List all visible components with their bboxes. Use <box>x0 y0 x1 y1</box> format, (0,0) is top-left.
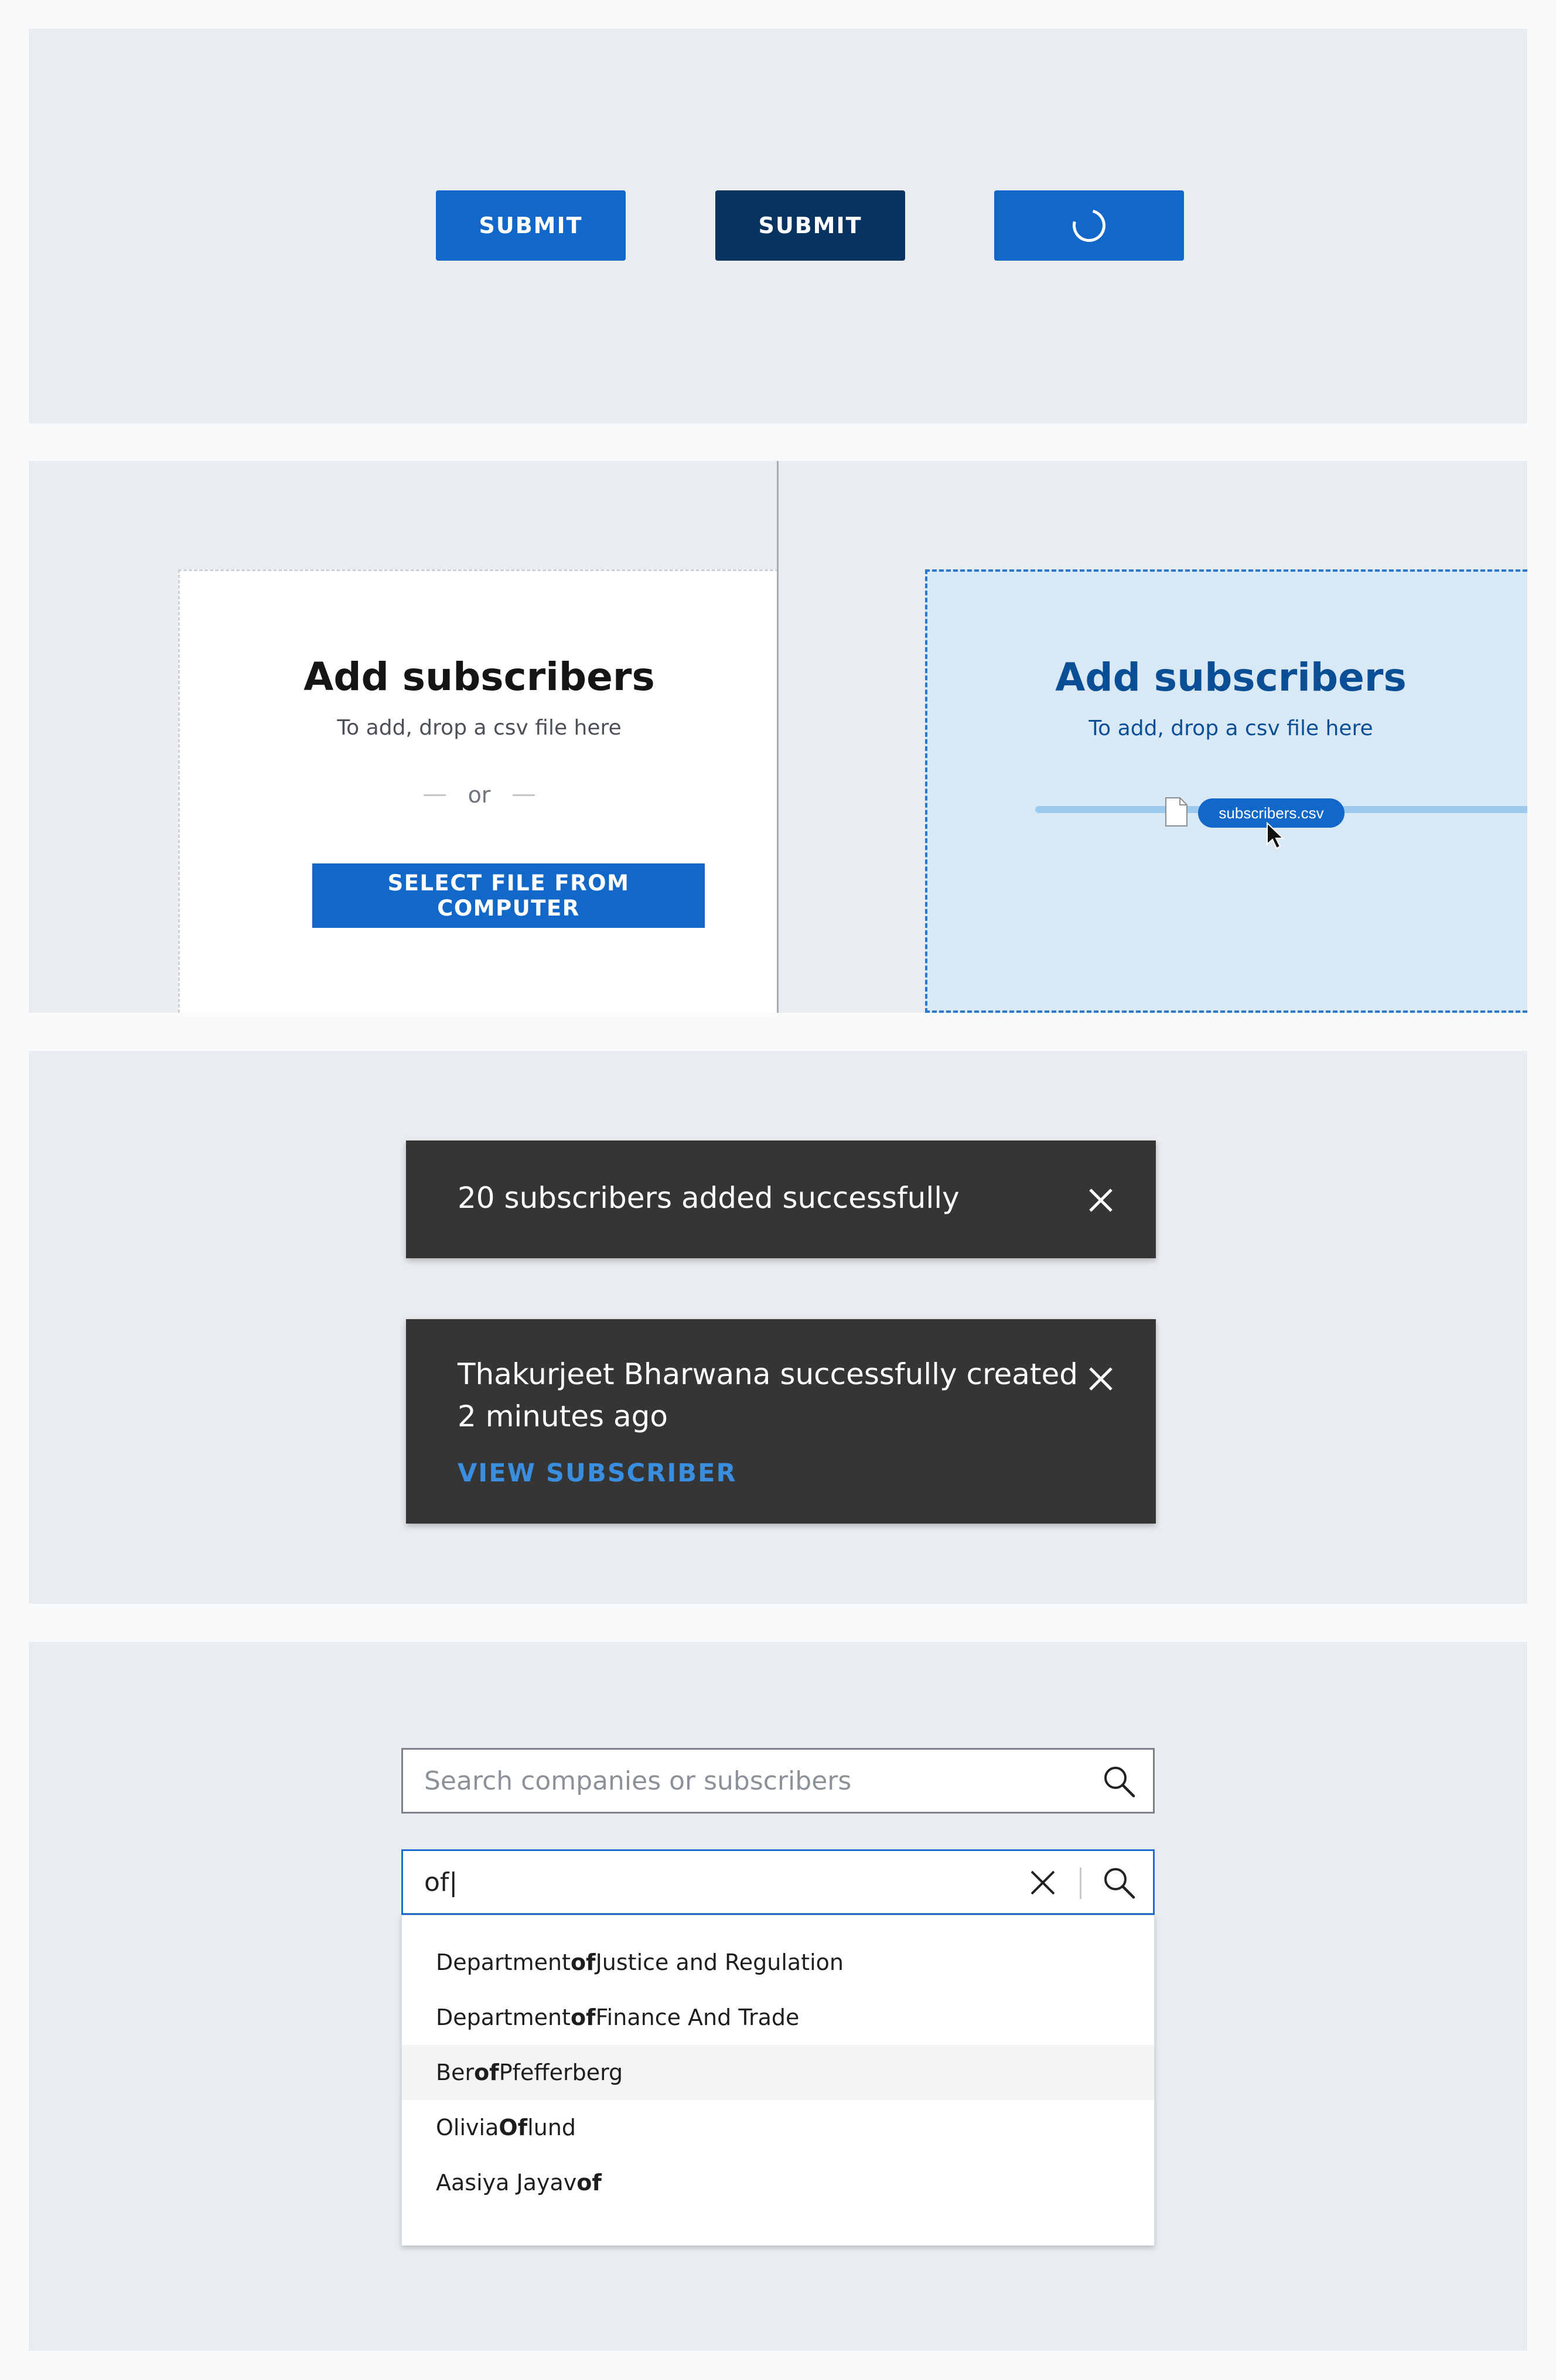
search-input-active[interactable] <box>424 1851 951 1913</box>
search-result-item[interactable]: Department of Justice and Regulation <box>402 1935 1154 1990</box>
search-results-dropdown: Department of Justice and Regulation Dep… <box>401 1915 1155 2246</box>
submit-button-loading[interactable] <box>994 190 1184 261</box>
spinner-icon <box>1066 203 1112 248</box>
cursor-arrow-icon <box>1266 821 1286 850</box>
view-subscriber-link[interactable]: VIEW SUBSCRIBER <box>458 1459 737 1488</box>
result-text: Pfefferberg <box>499 2060 623 2085</box>
dropzone-subtitle: To add, drop a csv file here <box>337 716 622 740</box>
result-text: Aasiya Jayav <box>436 2170 577 2195</box>
search-input[interactable] <box>424 1750 951 1812</box>
result-match: Of <box>499 2115 528 2140</box>
toast-created: Thakurjeet Bharwana successfully created… <box>406 1319 1156 1524</box>
search-panel: Department of Justice and Regulation Dep… <box>29 1642 1527 2351</box>
submit-button[interactable]: SUBMIT <box>436 190 626 261</box>
select-file-button[interactable]: SELECT FILE FROM COMPUTER <box>312 863 705 928</box>
search-result-item[interactable]: Olivia Of lund <box>402 2100 1154 2155</box>
dropzone-idle[interactable]: Add subscribers To add, drop a csv file … <box>178 569 779 1013</box>
search-result-item[interactable]: Aasiya Jayav of <box>402 2155 1154 2210</box>
result-text: Justice and Regulation <box>595 1949 844 1975</box>
panel-divider <box>777 461 779 1013</box>
result-text: Ber <box>436 2060 475 2085</box>
file-icon <box>1165 797 1188 827</box>
result-text: lund <box>527 2115 576 2140</box>
buttons-panel: SUBMIT SUBMIT <box>29 29 1527 424</box>
submit-button-pressed[interactable]: SUBMIT <box>715 190 905 261</box>
dropzone-title: Add subscribers <box>303 654 655 699</box>
search-box-active <box>401 1849 1155 1915</box>
toast-message: 20 subscribers added successfully <box>458 1181 960 1215</box>
search-result-item[interactable]: Department of Finance And Trade <box>402 1990 1154 2045</box>
result-text: Department <box>436 1949 571 1975</box>
result-text: Finance And Trade <box>595 2005 800 2030</box>
search-icon[interactable] <box>1100 1864 1138 1901</box>
toast-message-line2: 2 minutes ago <box>458 1399 668 1433</box>
result-text: Department <box>436 2005 571 2030</box>
dropzone-subtitle-active: To add, drop a csv file here <box>1088 716 1373 740</box>
result-match: of <box>570 1949 596 1975</box>
result-match: of <box>576 2170 602 2195</box>
search-icon[interactable] <box>1100 1763 1138 1800</box>
result-match: of <box>474 2060 499 2085</box>
search-result-item-highlighted[interactable]: Ber of Pfefferberg <box>402 2045 1154 2100</box>
toast-message-line1: Thakurjeet Bharwana successfully created <box>458 1357 1078 1391</box>
or-line-right <box>513 794 535 796</box>
upload-panel: Add subscribers To add, drop a csv file … <box>29 461 1527 1013</box>
result-match: of <box>570 2005 596 2030</box>
toasts-panel: 20 subscribers added successfully Thakur… <box>29 1051 1527 1604</box>
or-text: or <box>468 782 491 808</box>
dropzone-title-active: Add subscribers <box>1055 655 1407 700</box>
search-box-empty <box>401 1748 1155 1814</box>
search-separator <box>1080 1867 1081 1899</box>
or-line-left <box>423 794 446 796</box>
or-separator: or <box>180 782 779 808</box>
clear-icon[interactable] <box>1024 1864 1062 1901</box>
dropzone-active[interactable]: Add subscribers To add, drop a csv file … <box>925 569 1527 1013</box>
close-icon[interactable] <box>1083 1361 1118 1396</box>
result-text: Olivia <box>436 2115 499 2140</box>
close-icon[interactable] <box>1083 1183 1118 1218</box>
toast-success: 20 subscribers added successfully <box>406 1141 1156 1258</box>
